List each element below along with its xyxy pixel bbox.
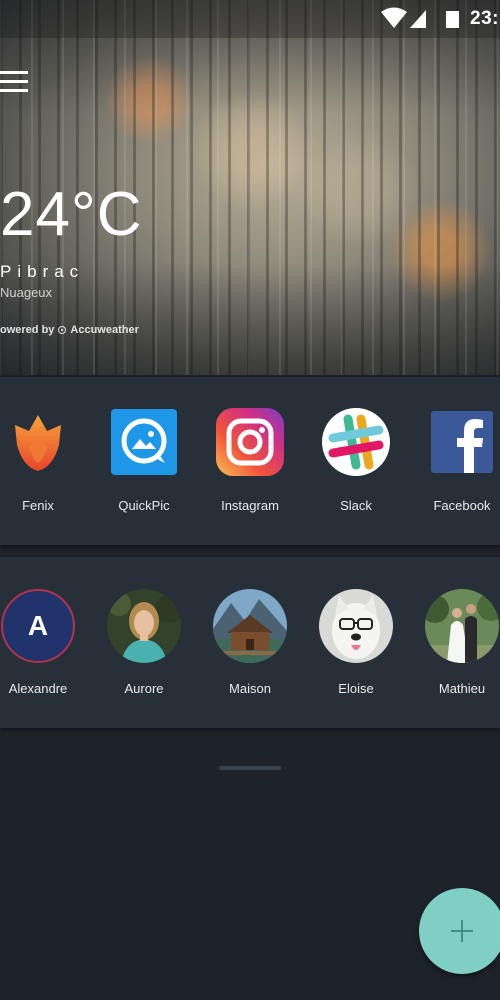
contact-label: Mathieu [438,681,486,696]
quickpic-icon [111,409,177,475]
avatar [107,589,181,663]
plus-icon [451,920,473,942]
contact-label: Eloise [338,681,374,696]
avatar-initial: A [27,610,49,641]
powered-by-label: owered by [0,324,55,336]
app-label: Facebook [433,498,491,513]
battery-icon [446,11,459,28]
fenix-icon [15,415,61,471]
menu-icon[interactable] [0,71,28,93]
temperature: 24°C [0,180,143,249]
instagram-icon [216,408,284,476]
facebook-icon [431,411,493,473]
slack-icon [322,408,390,476]
apps-card: Fenix QuickPic Instagram Slack Facebook [0,377,500,545]
weather-provider: Accuweather [70,324,139,336]
app-label: Instagram [221,498,279,513]
contact-label: Alexandre [8,681,68,696]
app-label: Slack [340,498,372,513]
status-bar: 23: [0,0,500,38]
accuweather-logo-icon [58,326,67,334]
weather-attribution[interactable]: owered by Accuweather [0,324,139,336]
add-button[interactable] [419,888,500,974]
clock: 23: [470,8,499,29]
avatar [213,589,287,663]
app-label: Fenix [22,498,54,513]
avatar [319,589,393,663]
weather-condition: Nuageux [0,285,53,300]
signal-icon [410,10,426,28]
contacts-card: A Alexandre Aurore Maison Eloise Mathieu [0,557,500,728]
weather-header[interactable]: 23: 24°C Pibrac Nuageux owered by Accuwe… [0,0,500,375]
avatar [425,589,499,663]
contact-label: Maison [229,681,271,696]
wifi-icon [381,7,407,28]
city-name: Pibrac [0,262,85,281]
app-label: QuickPic [118,498,170,513]
contact-label: Aurore [124,681,164,696]
drawer-handle[interactable] [219,766,281,770]
